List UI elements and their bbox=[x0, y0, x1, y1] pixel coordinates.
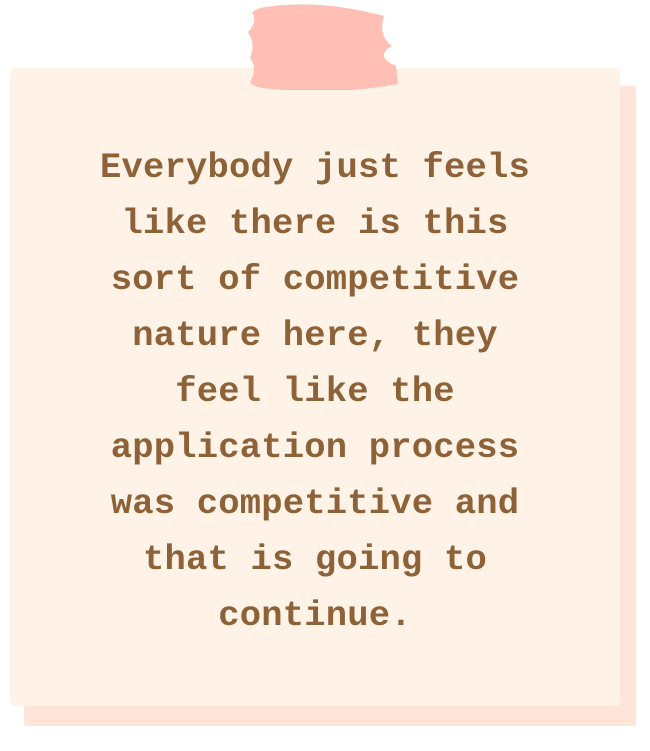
sticky-note: Everybody just feels like there is this … bbox=[0, 0, 650, 751]
quote-text: Everybody just feels like there is this … bbox=[99, 147, 531, 636]
washi-tape-icon bbox=[248, 4, 398, 90]
